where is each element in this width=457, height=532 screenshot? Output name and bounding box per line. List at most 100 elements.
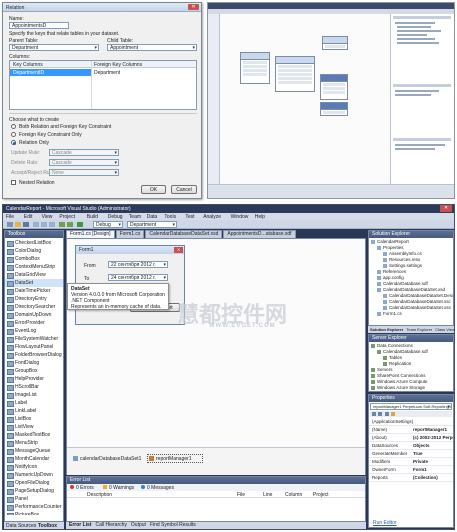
toolbox-item[interactable]: PictureBox <box>5 511 63 515</box>
property-row[interactable]: Modifiers Private <box>369 458 453 466</box>
redo-icon[interactable] <box>67 222 73 227</box>
update-rule-combo[interactable]: Cascade <box>49 149 119 156</box>
find-combo[interactable]: Department <box>127 221 177 228</box>
solution-item[interactable]: Form1.cs <box>369 311 453 317</box>
lookup-table-box[interactable] <box>320 102 348 116</box>
undo-icon[interactable] <box>59 222 65 227</box>
dataset-component[interactable]: calendarDatabaseDataSet1 <box>80 456 141 462</box>
department-table-box[interactable] <box>240 52 270 84</box>
toolbox-item[interactable]: ImageList <box>5 391 63 399</box>
properties-icon[interactable] <box>385 412 389 416</box>
property-row[interactable]: GenerateMember True <box>369 450 453 458</box>
to-date-picker[interactable]: 24 сентября 2012 г. <box>108 274 168 281</box>
toolbox-item[interactable]: EventLog <box>5 327 63 335</box>
toolbox-item[interactable]: MessageQueue <box>5 447 63 455</box>
col-column[interactable]: Column <box>285 492 302 498</box>
col-line[interactable]: Line <box>263 492 272 498</box>
vs-close-icon[interactable]: ✕ <box>440 205 452 212</box>
doc-tab[interactable]: CalendarDatabaseDataSet.xsd <box>145 230 223 238</box>
report-manager-component[interactable]: reportManager1 <box>156 456 192 462</box>
start-debug-icon[interactable] <box>77 222 83 227</box>
save-icon[interactable] <box>23 222 29 227</box>
toolbox-item[interactable]: FlowLayoutPanel <box>5 343 63 351</box>
toolbox-item[interactable]: DirectoryEntry <box>5 295 63 303</box>
toolbox-item[interactable]: ErrorProvider <box>5 319 63 327</box>
toolbox-item[interactable]: DomainUpDown <box>5 311 63 319</box>
alphabetical-icon[interactable] <box>378 412 382 416</box>
toolbox-item[interactable]: FontDialog <box>5 359 63 367</box>
nested-relation-checkbox[interactable] <box>11 180 16 185</box>
run-editor-link[interactable]: Run Editor <box>373 520 397 526</box>
toolbox-item[interactable]: ContextMenuStrip <box>5 263 63 271</box>
property-row[interactable]: (ApplicationSettings) <box>369 418 453 426</box>
doc-tab[interactable]: Form1.cs [Design] <box>66 230 115 238</box>
toolbox-item[interactable]: Label <box>5 399 63 407</box>
toolbox-item[interactable]: DataSet <box>5 279 63 287</box>
foreign-key-column-cell[interactable]: Department <box>91 69 196 76</box>
bottom-tab[interactable]: Error List <box>69 522 92 529</box>
radio-both[interactable] <box>11 124 16 129</box>
cut-icon[interactable] <box>33 222 39 227</box>
toolbox-item[interactable]: DataGridView <box>5 271 63 279</box>
open-icon[interactable] <box>15 222 21 227</box>
col-description[interactable]: Description <box>87 492 112 498</box>
columns-grid[interactable]: Key Columns Foreign Key Columns Departme… <box>9 60 197 110</box>
categorized-icon[interactable] <box>372 412 376 416</box>
toolbox-item[interactable]: MenuStrip <box>5 439 63 447</box>
parent-table-combo[interactable]: Department <box>9 44 99 51</box>
extra-table-box[interactable] <box>322 36 348 50</box>
key-column-cell[interactable]: DepartmentID <box>10 69 91 76</box>
property-row[interactable]: DataSources Objects <box>369 442 453 450</box>
toolbox-item[interactable]: LinkLabel <box>5 407 63 415</box>
bottom-tab[interactable]: Find Symbol Results <box>150 522 196 529</box>
name-field[interactable]: AppointmentsD <box>9 22 69 29</box>
copy-icon[interactable] <box>41 222 47 227</box>
property-row[interactable]: OwnerForm Form1 <box>369 466 453 474</box>
toolbox-item[interactable]: NotifyIcon <box>5 463 63 471</box>
toolbox-item[interactable]: MonthCalendar <box>5 455 63 463</box>
configuration-combo[interactable]: Debug <box>93 221 123 228</box>
child-table-combo[interactable]: Appointment <box>107 44 197 51</box>
property-row[interactable]: Reports (Collection) <box>369 474 453 482</box>
toolbox-item[interactable]: Panel <box>5 495 63 503</box>
toolbox-item[interactable]: NumericUpDown <box>5 471 63 479</box>
bottom-tab[interactable]: Call Hierarchy <box>96 522 127 529</box>
accept-reject-combo[interactable]: None <box>49 169 119 176</box>
se-tab[interactable]: Team Explorer <box>406 326 432 333</box>
tab-toolbox[interactable]: Toolbox <box>38 523 57 529</box>
toolbox-item[interactable]: ListView <box>5 423 63 431</box>
toolbox-item[interactable]: ComboBox <box>5 255 63 263</box>
server-item[interactable]: Windows Azure Storage <box>369 385 453 391</box>
doc-tab[interactable]: Form1.cs <box>115 230 145 238</box>
toolbox-item[interactable]: HScrollBar <box>5 383 63 391</box>
events-icon[interactable] <box>391 412 395 416</box>
toolbox-item[interactable]: OpenFileDialog <box>5 479 63 487</box>
toolbox-item[interactable]: HelpProvider <box>5 375 63 383</box>
close-icon[interactable]: ✕ <box>188 4 199 10</box>
toolbox-item[interactable]: PerformanceCounter <box>5 503 63 511</box>
toolbox-item[interactable]: GroupBox <box>5 367 63 375</box>
doc-tab[interactable]: AppointmentsD...atabase.sdf <box>223 230 296 238</box>
bottom-tab[interactable]: Output <box>131 522 146 529</box>
se-tab[interactable]: Solution Explorer <box>370 326 403 333</box>
properties-object-combo[interactable]: reportManager1 Perpetuum.Soft.Reporting.… <box>370 403 452 410</box>
se-tab[interactable]: Class View <box>435 326 455 333</box>
toolbox-item[interactable]: DirectorySearcher <box>5 303 63 311</box>
property-row[interactable]: (Name) reportManager1 <box>369 426 453 434</box>
new-project-icon[interactable] <box>7 222 13 227</box>
property-row[interactable]: (About) (c) 2002-2012 Perpetuum <box>369 434 453 442</box>
radio-fk-only[interactable] <box>11 132 16 137</box>
toolbox-item[interactable]: CheckedListBox <box>5 239 63 247</box>
from-date-picker[interactable]: 22 сентября 2012 г. <box>108 261 168 268</box>
toolbox-item[interactable]: FolderBrowserDialog <box>5 351 63 359</box>
col-project[interactable]: Project <box>313 492 329 498</box>
toolbox-item[interactable]: ColorDialog <box>5 247 63 255</box>
paste-icon[interactable] <box>49 222 55 227</box>
col-file[interactable]: File <box>237 492 245 498</box>
resource-table-box[interactable] <box>320 74 348 100</box>
delete-rule-combo[interactable]: Cascade <box>49 159 119 166</box>
cancel-button[interactable]: Cancel <box>171 185 197 194</box>
ok-button[interactable]: OK <box>141 185 166 194</box>
toolbox-item[interactable]: MaskedTextBox <box>5 431 63 439</box>
toolbox-item[interactable]: FileSystemWatcher <box>5 335 63 343</box>
